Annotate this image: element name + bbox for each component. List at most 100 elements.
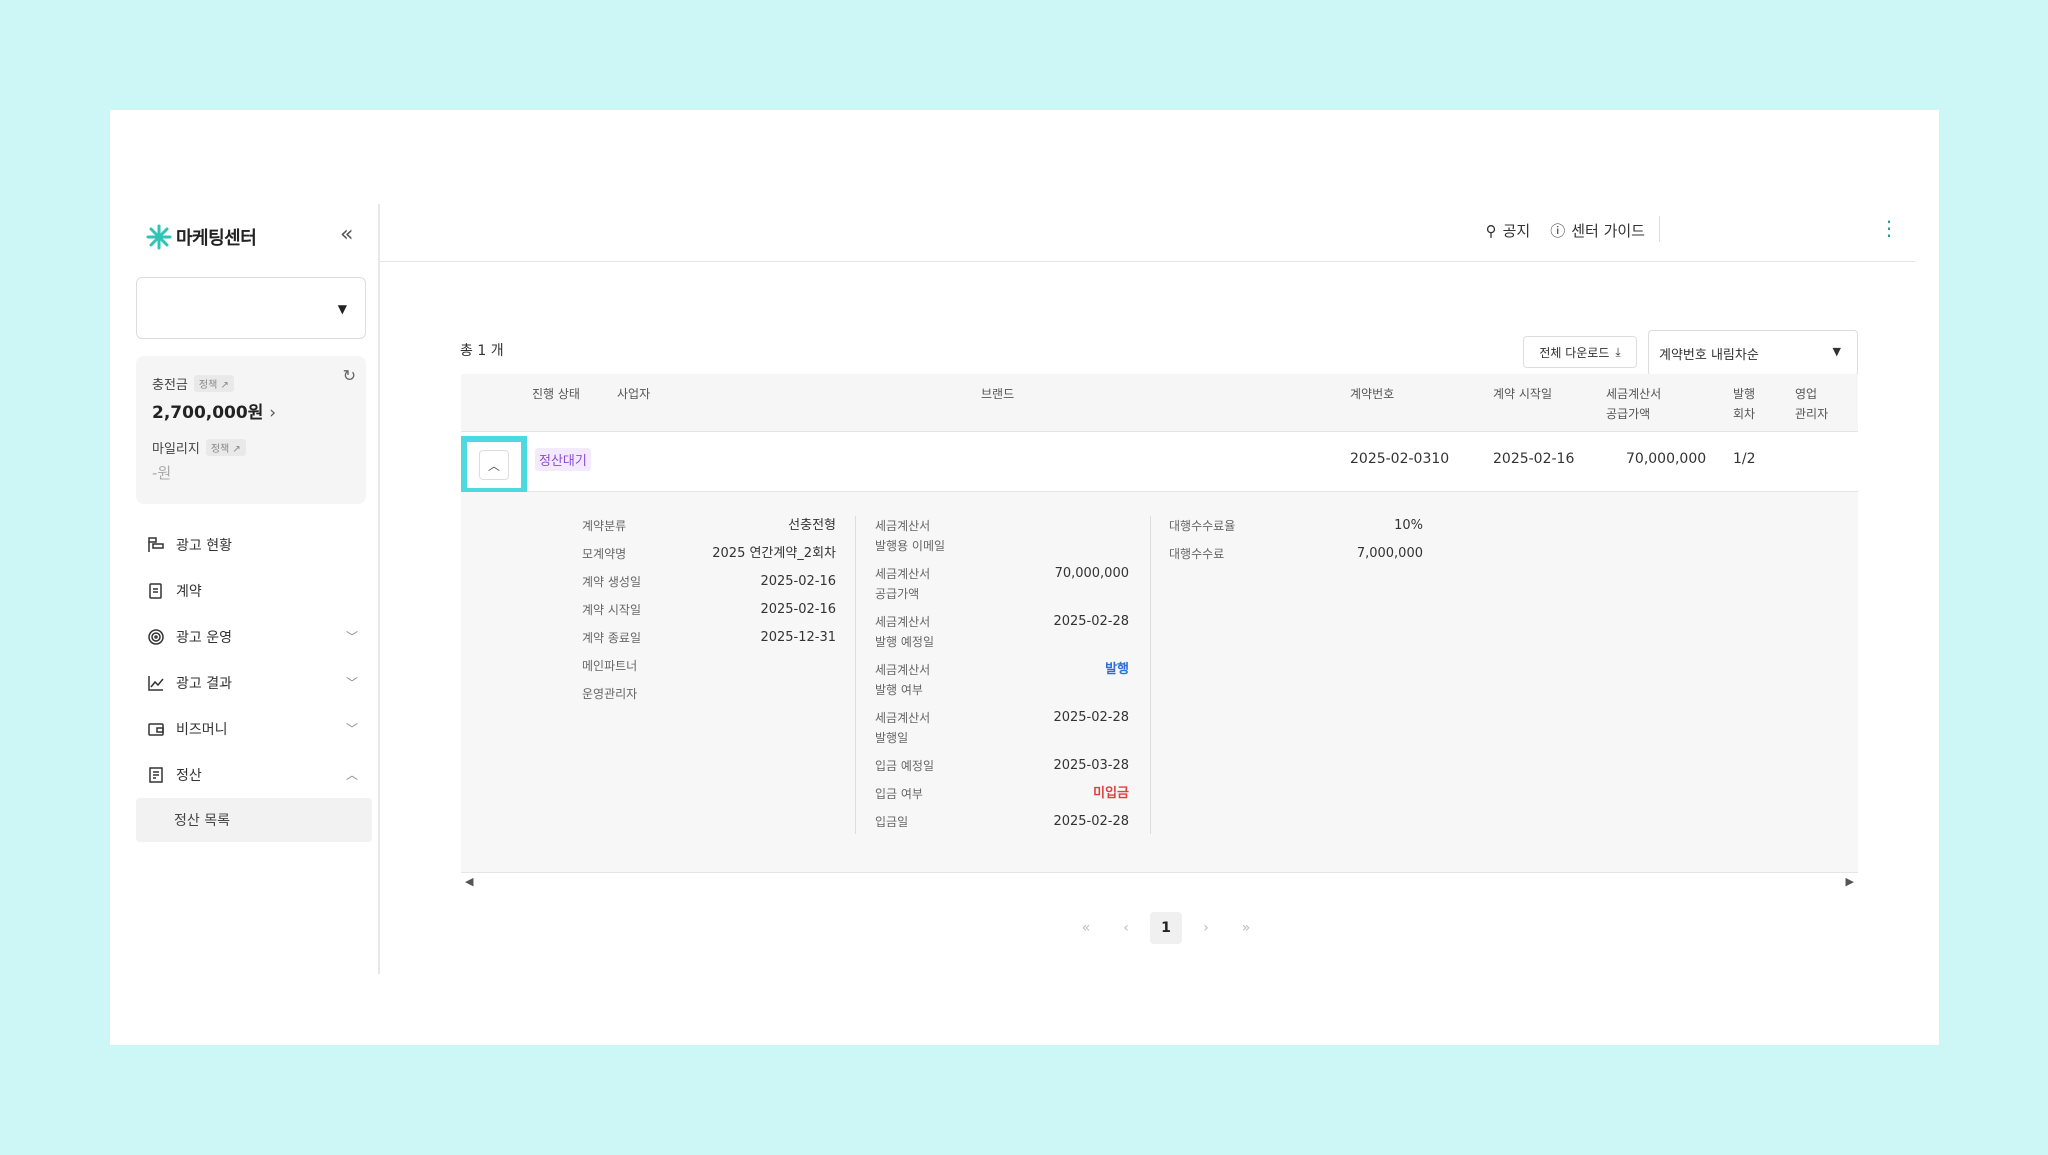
download-icon: ⤓	[1615, 344, 1621, 359]
col-brand: 브랜드	[981, 387, 1015, 401]
detail-col-contract: 계약분류 선충전형 모계약명 2025 연간계약_2회차 계약 생성일 2025-02…	[582, 516, 836, 712]
sidebar-item-ad-operation[interactable]: 광고 운영 ﹀	[136, 614, 372, 660]
detail-value: 7,000,000	[1356, 546, 1423, 561]
ad-status-icon	[146, 535, 166, 555]
status-badge: 정산대기	[535, 448, 591, 471]
last-page-icon[interactable]: »	[1230, 912, 1262, 944]
detail-value: 70,000,000	[1054, 566, 1129, 581]
download-all-button[interactable]: 전체 다운로드 ⤓	[1523, 336, 1637, 368]
logo[interactable]: 마케팅센터	[146, 224, 257, 250]
sidebar-item-label: 정산	[176, 768, 202, 784]
detail-pair: 세금계산서 발행일 2025-02-28	[875, 708, 1129, 756]
contract-icon	[146, 581, 166, 601]
pagination: « ‹ 1 › »	[1070, 912, 1262, 944]
sidebar-item-label: 계약	[176, 584, 202, 600]
target-icon	[146, 627, 166, 647]
prev-page-icon[interactable]: ‹	[1110, 912, 1142, 944]
detail-value: 미입금	[1093, 786, 1129, 801]
page-number[interactable]: 1	[1150, 912, 1182, 944]
first-page-icon[interactable]: «	[1070, 912, 1102, 944]
charge-label-row: 충전금 정책 ↗	[152, 374, 234, 393]
divider	[855, 516, 856, 834]
cell-contract-no: 2025-02-0310	[1350, 451, 1450, 467]
col-amount: 세금계산서 공급가액	[1606, 387, 1662, 421]
wallet-icon	[146, 719, 166, 739]
sort-select[interactable]: 계약번호 내림차순 ▼	[1648, 330, 1858, 376]
sidebar-item-bizmoney[interactable]: 비즈머니 ﹀	[136, 706, 372, 752]
sidebar-item-settlement[interactable]: 정산 ︿	[136, 752, 372, 798]
guide-label: 센터 가이드	[1571, 222, 1645, 240]
col-issue-round: 발행 회차	[1733, 387, 1756, 421]
detail-key: 계약 시작일	[582, 603, 642, 617]
detail-key: 세금계산서 발행일	[875, 711, 931, 745]
detail-pair: 입금 예정일 2025-03-28	[875, 756, 1129, 784]
sidebar: 마케팅센터 « ▼ 충전금 정책 ↗ ↻ 2,700,000원 › 마일리지 정…	[110, 204, 380, 974]
sidebar-subitem-settlement-list[interactable]: 정산 목록	[136, 798, 372, 842]
guide-link[interactable]: ⓘ 센터 가이드	[1550, 220, 1645, 241]
detail-pair: 세금계산서 발행용 이메일	[875, 516, 1129, 564]
sidebar-item-ad-result[interactable]: 광고 결과 ﹀	[136, 660, 372, 706]
detail-value: 10%	[1394, 518, 1423, 533]
detail-value: 2025-02-28	[1053, 814, 1129, 829]
collapse-sidebar-icon[interactable]: «	[340, 224, 353, 246]
detail-key: 세금계산서 발행용 이메일	[875, 519, 946, 553]
receipt-icon	[146, 765, 166, 785]
more-vertical-icon[interactable]: ⋮	[1879, 216, 1899, 240]
sidebar-item-label: 광고 현황	[176, 538, 232, 554]
col-start: 계약 시작일	[1493, 387, 1553, 401]
charge-amount[interactable]: 2,700,000원 ›	[152, 398, 276, 423]
detail-key: 계약 생성일	[582, 575, 642, 589]
account-select[interactable]: ▼	[136, 277, 366, 339]
detail-value: 2025-03-28	[1053, 758, 1129, 773]
horizontal-scrollbar[interactable]: ◀ ▶	[461, 872, 1858, 890]
refresh-icon[interactable]: ↻	[343, 366, 356, 385]
chevron-right-icon: ›	[269, 403, 277, 423]
col-contract-no: 계약번호	[1350, 387, 1395, 401]
detail-key: 계약분류	[582, 519, 627, 533]
detail-col-fee: 대행수수료율 10% 대행수수료 7,000,000	[1169, 516, 1423, 572]
cell-issue-round: 1/2	[1733, 451, 1756, 467]
detail-value: 2025-02-28	[1053, 710, 1129, 725]
detail-value: 선충전형	[788, 518, 836, 533]
mileage-policy-link[interactable]: 정책 ↗	[205, 439, 246, 456]
sidebar-item-label: 비즈머니	[176, 722, 228, 738]
caret-down-icon: ▼	[1832, 345, 1841, 358]
detail-key: 메인파트너	[582, 659, 638, 673]
detail-pair: 입금 여부 미입금	[875, 784, 1129, 812]
detail-pair: 입금일 2025-02-28	[875, 812, 1129, 840]
next-page-icon[interactable]: ›	[1190, 912, 1222, 944]
detail-pair: 메인파트너	[582, 656, 836, 684]
table-row[interactable]: ︿ 정산대기 2025-02-0310 2025-02-16 70,000,00…	[461, 432, 1858, 494]
settlement-table: 진행 상태 사업자 브랜드 계약번호 계약 시작일 세금계산서 공급가액 발행 …	[461, 374, 1858, 890]
chevron-down-icon: ﹀	[345, 630, 358, 644]
divider	[1150, 516, 1151, 834]
detail-value: 2025-02-28	[1053, 614, 1129, 629]
scroll-right-icon[interactable]: ▶	[1846, 875, 1854, 888]
charge-policy-link[interactable]: 정책 ↗	[193, 375, 234, 392]
detail-key: 모계약명	[582, 547, 627, 561]
detail-col-invoice: 세금계산서 발행용 이메일 세금계산서 공급가액 70,000,000 세금계산서…	[875, 516, 1129, 840]
top-bar: ⚲ 공지 ⓘ 센터 가이드 ⋮	[380, 204, 1915, 262]
col-status: 진행 상태	[532, 387, 580, 401]
app-window: 마케팅센터 « ▼ 충전금 정책 ↗ ↻ 2,700,000원 › 마일리지 정…	[110, 110, 1939, 1045]
table-header: 진행 상태 사업자 브랜드 계약번호 계약 시작일 세금계산서 공급가액 발행 …	[461, 374, 1858, 432]
detail-pair: 계약분류 선충전형	[582, 516, 836, 544]
download-label: 전체 다운로드	[1539, 345, 1610, 360]
detail-pair: 대행수수료 7,000,000	[1169, 544, 1423, 572]
col-manager: 영업 관리자	[1795, 387, 1829, 421]
sidebar-item-ad-status[interactable]: 광고 현황	[136, 522, 372, 568]
mileage-amount: -원	[152, 464, 172, 482]
mileage-label: 마일리지	[152, 442, 200, 457]
chevron-down-icon: ﹀	[345, 676, 358, 690]
detail-key: 입금일	[875, 815, 909, 829]
scroll-left-icon[interactable]: ◀	[465, 875, 473, 888]
detail-key: 계약 종료일	[582, 631, 642, 645]
chevron-down-icon: ﹀	[345, 722, 358, 736]
collapse-row-button[interactable]: ︿	[461, 436, 527, 494]
detail-value: 2025-02-16	[760, 602, 836, 617]
notice-link[interactable]: ⚲ 공지	[1486, 220, 1531, 241]
sidebar-item-contract[interactable]: 계약	[136, 568, 372, 614]
detail-key: 입금 여부	[875, 787, 923, 801]
detail-pair: 세금계산서 공급가액 70,000,000	[875, 564, 1129, 612]
sidebar-nav: 광고 현황 계약 광고 운영 ﹀ 광고 결과 ﹀ 비즈머니 ﹀ 정산 ︿ 정산 …	[136, 522, 372, 842]
